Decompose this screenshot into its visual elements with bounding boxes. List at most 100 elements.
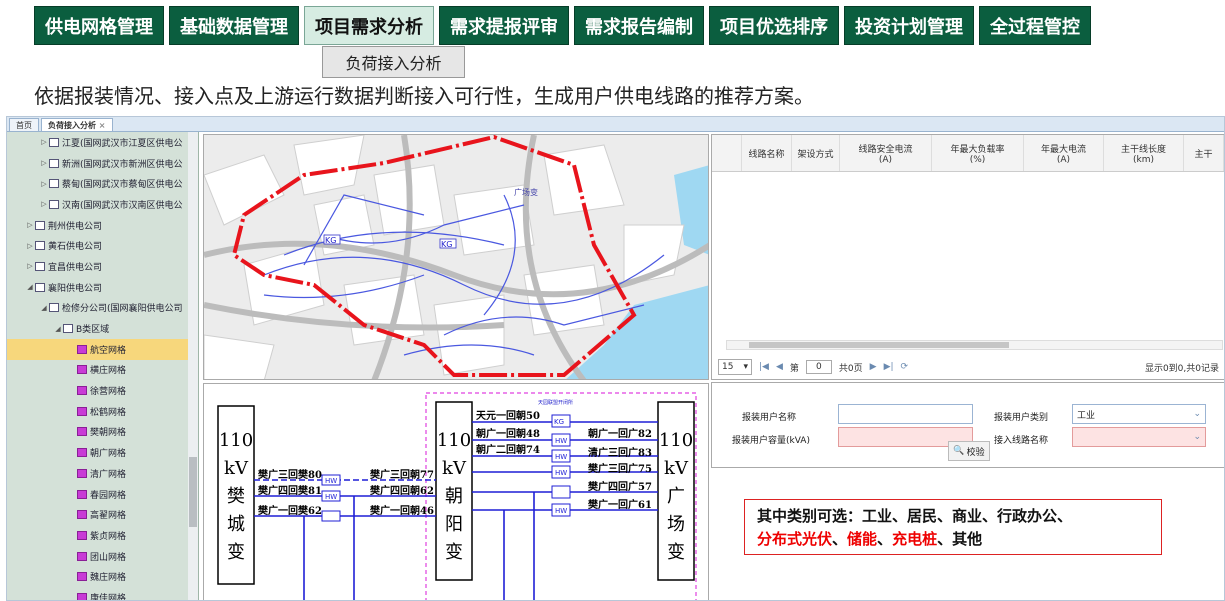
folder-icon (35, 261, 45, 271)
tree-item-label: 宜昌供电公司 (48, 262, 103, 273)
expand-arrow-icon[interactable]: ▷ (25, 221, 35, 229)
expand-arrow-icon[interactable]: ◢ (53, 325, 63, 333)
user-type-select[interactable]: 工业 ⌄ (1072, 404, 1206, 424)
expand-arrow-icon[interactable]: ▷ (25, 262, 35, 270)
tree-item[interactable]: ▷ 新洲(国网武汉市新洲区供电公 (7, 153, 198, 174)
expand-arrow-icon[interactable]: ▷ (39, 138, 49, 146)
expand-arrow-icon[interactable]: ▷ (39, 180, 49, 188)
tree-item[interactable]: 朝广网格 (7, 442, 198, 463)
feeder-label: 樊广四回樊81 (258, 484, 322, 497)
switch-label: HW (325, 477, 337, 485)
scrollbar-thumb[interactable] (189, 457, 197, 527)
tree-item[interactable]: 樊朝网格 (7, 422, 198, 443)
expand-arrow-icon[interactable]: ▷ (39, 200, 49, 208)
page-input[interactable]: 0 (805, 360, 832, 374)
column-header[interactable]: 年最大电流 (A) (1024, 135, 1104, 171)
folder-icon (63, 324, 73, 334)
folder-icon (49, 303, 59, 313)
tree-item[interactable]: ▷ 宜昌供电公司 (7, 256, 198, 277)
tree-item-label: 新洲(国网武汉市新洲区供电公 (62, 159, 183, 170)
user-type-label: 报装用户类别 (994, 413, 1049, 423)
column-header[interactable]: 年最大负载率 (%) (932, 135, 1024, 171)
tree-item[interactable]: 徐营网格 (7, 380, 198, 401)
tree-item[interactable]: ◢ B类区域 (7, 318, 198, 339)
user-type-value: 工业 (1077, 410, 1096, 421)
nav-item-6[interactable]: 投资计划管理 (844, 6, 974, 45)
prev-page-icon[interactable]: ◀ (776, 362, 783, 372)
tree-item[interactable]: 康佳网格 (7, 587, 198, 600)
tree-item[interactable]: 松鹤网格 (7, 401, 198, 422)
tree-item[interactable]: ▷ 黄石供电公司 (7, 235, 198, 256)
note-charger: 充电桩 (892, 530, 938, 548)
folder-icon (49, 158, 59, 168)
tree-item[interactable]: 高翟网格 (7, 504, 198, 525)
chevron-down-icon: ⌄ (1193, 409, 1201, 419)
column-header[interactable]: 主干线长度 (km) (1104, 135, 1184, 171)
user-name-input[interactable] (838, 404, 973, 424)
feeder-label: 樊广一回广61 (588, 498, 652, 511)
tree-item[interactable]: ▷ 汉南(国网武汉市汉南区供电公 (7, 194, 198, 215)
grid-icon (77, 551, 87, 561)
wiring-diagram[interactable]: 天园联盟开闭所 110 kV 樊城变 110 kV 朝阳变 110 kV 广场变 KG HW (203, 383, 709, 600)
substation-label: 朝 (445, 486, 463, 507)
tree-item[interactable]: 魏庄网格 (7, 566, 198, 587)
verify-button[interactable]: 🔍 校验 (948, 441, 990, 461)
expand-arrow-icon[interactable]: ▷ (39, 159, 49, 167)
page-size-select[interactable]: 15 ▾ (718, 359, 752, 375)
next-page-icon[interactable]: ▶ (870, 362, 877, 372)
tree-item[interactable]: ▷ 荆州供电公司 (7, 215, 198, 236)
tree-item[interactable]: ◢ 检修分公司(国网襄阳供电公司 (7, 298, 198, 319)
tree-item[interactable]: 紫贞网格 (7, 525, 198, 546)
expand-arrow-icon[interactable]: ◢ (25, 283, 35, 291)
tree-item-label: 荆州供电公司 (48, 221, 103, 232)
nav-item-2[interactable]: 项目需求分析 (304, 6, 434, 45)
first-page-icon[interactable]: |◀ (759, 362, 769, 372)
grid-icon (77, 427, 87, 437)
column-header[interactable]: 主干 (1184, 135, 1224, 171)
expand-arrow-icon[interactable]: ▷ (25, 242, 35, 250)
last-page-icon[interactable]: ▶| (884, 362, 894, 372)
nav-item-5[interactable]: 项目优选排序 (709, 6, 839, 45)
refresh-icon[interactable]: ⟳ (901, 362, 909, 372)
grid-pager: 15 ▾ |◀ ◀ 第 0 共0页 ▶ ▶| ⟳ 显示0到0,共0记录 (718, 357, 1219, 377)
column-header[interactable]: 线路名称 (742, 135, 792, 171)
nav-item-7[interactable]: 全过程管控 (979, 6, 1091, 45)
tab-home[interactable]: 首页 (9, 118, 39, 131)
map-view[interactable]: KG KG 广场变 (203, 134, 709, 380)
feeder-label: 朝广二回朝74 (476, 443, 540, 456)
tree-item[interactable]: 清广网格 (7, 463, 198, 484)
tree-item[interactable]: 航空网格 (7, 338, 198, 360)
submenu-load-access-analysis[interactable]: 负荷接入分析 (322, 46, 465, 78)
nav-item-1[interactable]: 基础数据管理 (169, 6, 299, 45)
tree-item[interactable]: ▷ 江夏(国网武汉市江夏区供电公 (7, 132, 198, 153)
tree-item[interactable]: 春园网格 (7, 484, 198, 505)
chevron-down-icon: ⌄ (1193, 432, 1201, 442)
column-header[interactable]: 架设方式 (792, 135, 840, 171)
tree-item[interactable]: 团山网格 (7, 546, 198, 567)
tree-item[interactable]: 横庄网格 (7, 360, 198, 381)
tab-load-access[interactable]: 负荷接入分析 × (41, 118, 113, 131)
tree-item[interactable]: ◢ 襄阳供电公司 (7, 277, 198, 298)
close-icon[interactable]: × (99, 121, 106, 130)
tree-scrollbar[interactable] (188, 132, 198, 600)
grid-icon (77, 468, 87, 478)
tree-item-label: 蔡甸(国网武汉市蔡甸区供电公 (62, 180, 183, 191)
nav-item-3[interactable]: 需求提报评审 (439, 6, 569, 45)
note-sep: 、 (832, 530, 848, 548)
switch-label: HW (555, 469, 567, 477)
chevron-down-icon: ▾ (743, 362, 748, 372)
tab-label: 负荷接入分析 (48, 120, 96, 130)
nav-item-0[interactable]: 供电网格管理 (34, 6, 164, 45)
expand-arrow-icon[interactable]: ◢ (39, 304, 49, 312)
substation-label: 广 (667, 486, 685, 507)
tree-item-label: 樊朝网格 (90, 428, 127, 439)
nav-item-4[interactable]: 需求报告编制 (574, 6, 704, 45)
folder-icon (35, 220, 45, 230)
column-header[interactable]: 线路安全电流 (A) (840, 135, 932, 171)
line-name-select[interactable]: ⌄ (1072, 427, 1206, 447)
grid-hscrollbar[interactable] (726, 340, 1223, 350)
map-label-kg: KG (325, 236, 336, 245)
tree-item[interactable]: ▷ 蔡甸(国网武汉市蔡甸区供电公 (7, 173, 198, 194)
scrollbar-thumb[interactable] (749, 342, 1009, 348)
feeder-label: 天元一回朝50 (476, 409, 540, 422)
